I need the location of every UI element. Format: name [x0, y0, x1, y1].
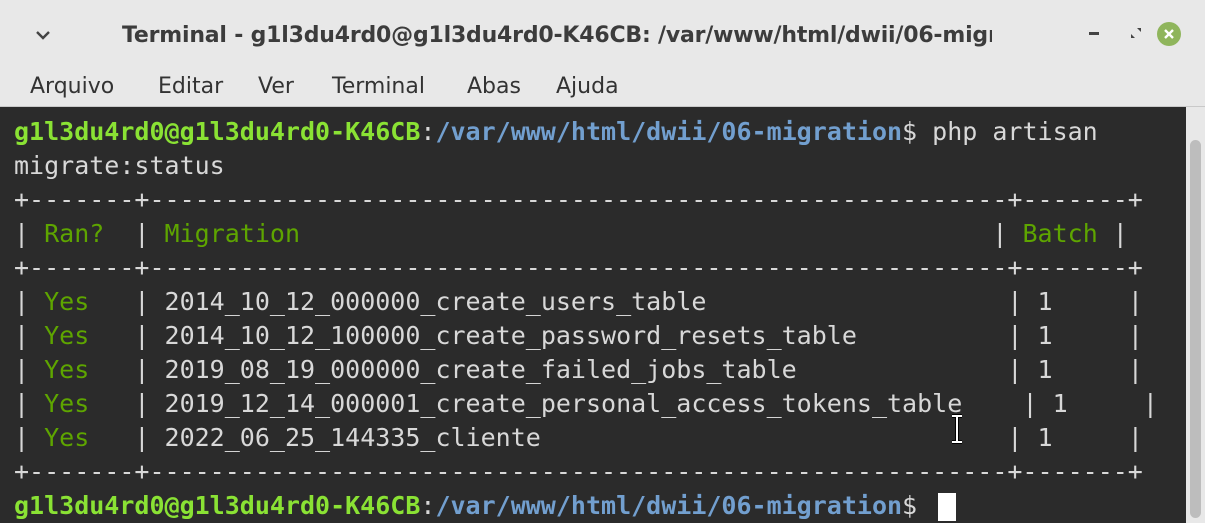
text-cursor — [938, 493, 957, 521]
header-migration: Migration — [164, 219, 301, 248]
table-border: +-------+-------------------------------… — [14, 253, 1143, 282]
row-migration: 2022_06_25_144335_cliente — [164, 423, 541, 452]
prompt-end: $ — [902, 117, 933, 146]
row-migration: 2019_08_19_000000_create_failed_jobs_tab… — [164, 355, 797, 384]
prompt-line: g1l3du4rd0@g1l3du4rd0-K46CB:/var/www/htm… — [14, 489, 957, 523]
title-bar[interactable]: Terminal - g1l3du4rd0@g1l3du4rd0-K46CB: … — [0, 0, 1205, 68]
prompt-path: /var/www/html/dwii/06-migration — [435, 117, 903, 146]
row-batch: 1 — [1037, 355, 1053, 384]
menu-bar: Arquivo Editar Ver Terminal Abas Ajuda — [0, 68, 1205, 107]
maximize-icon — [1131, 28, 1141, 38]
row-batch: 1 — [1052, 389, 1068, 418]
row-ran: Yes — [44, 423, 90, 452]
table-row: | Yes | 2014_10_12_000000_create_users_t… — [14, 287, 1143, 316]
header-batch: Batch — [1022, 219, 1098, 248]
row-migration: 2014_10_12_100000_create_password_resets… — [164, 321, 857, 350]
minimize-icon — [1089, 32, 1099, 35]
menu-item-ver[interactable]: Ver — [258, 73, 294, 101]
table-row: | Yes | 2022_06_25_144335_cliente | 1 | — [14, 423, 1143, 452]
prompt-user: g1l3du4rd0@g1l3du4rd0-K46CB — [14, 491, 421, 520]
prompt-separator: : — [420, 491, 436, 520]
close-button[interactable] — [1157, 22, 1181, 46]
menu-item-arquivo[interactable]: Arquivo — [30, 73, 114, 101]
ibeam-cursor-icon — [952, 414, 962, 444]
prompt-user: g1l3du4rd0@g1l3du4rd0-K46CB — [14, 117, 421, 146]
table-border: +-------+-------------------------------… — [14, 185, 1143, 214]
row-ran: Yes — [44, 321, 90, 350]
command-wrap-line: migrate:status — [14, 151, 225, 180]
table-header: | Ran? | Migration | Batch | — [14, 219, 1128, 248]
table-row: | Yes | 2019_12_14_000001_create_persona… — [14, 389, 1158, 418]
command-line: g1l3du4rd0@g1l3du4rd0-K46CB:/var/www/htm… — [14, 115, 1098, 149]
window-menu-button[interactable] — [28, 20, 58, 50]
terminal-output[interactable]: g1l3du4rd0@g1l3du4rd0-K46CB:/var/www/htm… — [0, 107, 1186, 523]
maximize-button[interactable] — [1122, 18, 1150, 48]
row-migration: 2014_10_12_000000_create_users_table — [164, 287, 707, 316]
minimize-button[interactable] — [1080, 18, 1108, 48]
row-ran: Yes — [44, 389, 90, 418]
terminal-window: Terminal - g1l3du4rd0@g1l3du4rd0-K46CB: … — [0, 0, 1205, 523]
scrollbar-thumb[interactable] — [1190, 140, 1201, 518]
header-ran: Ran? — [44, 219, 105, 248]
close-icon — [1164, 29, 1174, 39]
table-row: | Yes | 2019_08_19_000000_create_failed_… — [14, 355, 1143, 384]
menu-item-abas[interactable]: Abas — [467, 73, 521, 101]
command-text: php artisan — [932, 117, 1098, 146]
prompt-separator: : — [420, 117, 436, 146]
row-batch: 1 — [1037, 287, 1053, 316]
menu-item-terminal[interactable]: Terminal — [332, 73, 425, 101]
window-title: Terminal - g1l3du4rd0@g1l3du4rd0-K46CB: … — [122, 23, 992, 48]
row-migration: 2019_12_14_000001_create_personal_access… — [164, 389, 963, 418]
menu-item-ajuda[interactable]: Ajuda — [556, 73, 619, 101]
row-ran: Yes — [44, 355, 90, 384]
row-batch: 1 — [1037, 423, 1053, 452]
prompt-end: $ — [902, 491, 933, 520]
table-row: | Yes | 2014_10_12_100000_create_passwor… — [14, 321, 1143, 350]
row-ran: Yes — [44, 287, 90, 316]
prompt-path: /var/www/html/dwii/06-migration — [435, 491, 903, 520]
chevron-down-icon — [36, 31, 50, 40]
table-border: +-------+-------------------------------… — [14, 457, 1143, 486]
row-batch: 1 — [1037, 321, 1053, 350]
menu-item-editar[interactable]: Editar — [158, 73, 223, 101]
